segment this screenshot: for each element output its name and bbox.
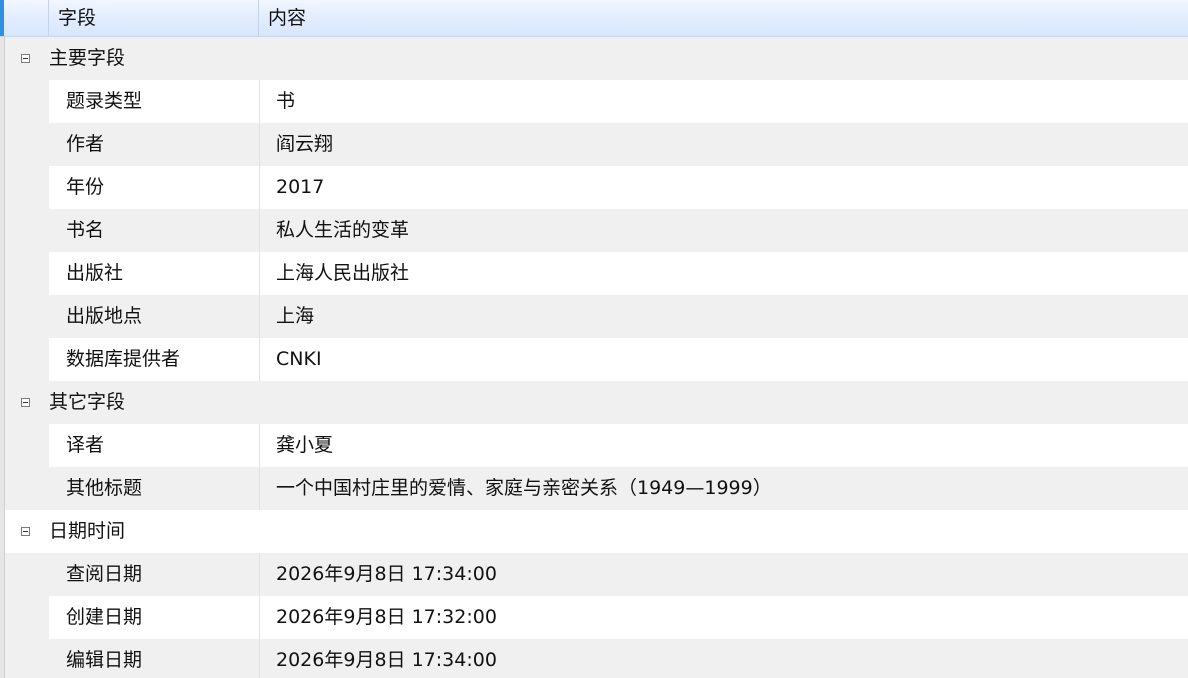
row-gutter <box>5 424 49 467</box>
field-value[interactable]: 2026年9月8日 17:34:00 <box>261 553 497 596</box>
field-value[interactable]: 龚小夏 <box>261 424 333 467</box>
field-value[interactable]: 一个中国村庄里的爱情、家庭与亲密关系（1949—1999） <box>261 467 772 510</box>
column-header-field[interactable]: 字段 <box>49 0 259 36</box>
field-value[interactable]: CNKI <box>261 338 322 381</box>
table-row[interactable]: 数据库提供者 CNKI <box>5 338 1188 381</box>
group-row-other-fields[interactable]: 其它字段 <box>5 381 1188 424</box>
field-name: 查阅日期 <box>49 553 260 596</box>
row-gutter <box>5 295 49 338</box>
grid-rows: 主要字段 题录类型 书 作者 阎云翔 年份 2017 书名 私人生活的变革 出版… <box>5 37 1188 678</box>
field-value[interactable]: 2017 <box>261 166 324 209</box>
field-name: 作者 <box>49 123 260 166</box>
row-gutter <box>5 166 49 209</box>
table-row[interactable]: 其他标题 一个中国村庄里的爱情、家庭与亲密关系（1949—1999） <box>5 467 1188 510</box>
field-value[interactable]: 阎云翔 <box>261 123 333 166</box>
table-row[interactable]: 出版地点 上海 <box>5 295 1188 338</box>
table-row[interactable]: 年份 2017 <box>5 166 1188 209</box>
field-name: 年份 <box>49 166 260 209</box>
table-row[interactable]: 作者 阎云翔 <box>5 123 1188 166</box>
field-value[interactable]: 2026年9月8日 17:34:00 <box>261 639 497 678</box>
column-header-content[interactable]: 内容 <box>259 0 1188 36</box>
field-value[interactable]: 书 <box>261 80 295 123</box>
table-row[interactable]: 查阅日期 2026年9月8日 17:34:00 <box>5 553 1188 596</box>
table-row[interactable]: 译者 龚小夏 <box>5 424 1188 467</box>
field-name: 出版地点 <box>49 295 260 338</box>
header-gutter-cell <box>5 0 49 36</box>
field-name: 数据库提供者 <box>49 338 260 381</box>
row-gutter <box>5 467 49 510</box>
grid-header: 字段 内容 <box>0 0 1188 37</box>
property-grid: 字段 内容 主要字段 题录类型 书 作者 阎云翔 年份 2017 书名 私人生活… <box>0 0 1188 678</box>
group-title: 主要字段 <box>49 47 126 69</box>
field-name: 创建日期 <box>49 596 260 639</box>
table-row[interactable]: 题录类型 书 <box>5 80 1188 123</box>
field-name: 题录类型 <box>49 80 260 123</box>
row-gutter <box>5 639 49 678</box>
field-name: 出版社 <box>49 252 260 295</box>
field-name: 译者 <box>49 424 260 467</box>
row-gutter <box>5 338 49 381</box>
row-gutter <box>5 553 49 596</box>
group-title: 其它字段 <box>49 391 126 413</box>
row-gutter <box>5 252 49 295</box>
field-value[interactable]: 上海 <box>261 295 314 338</box>
table-row[interactable]: 创建日期 2026年9月8日 17:32:00 <box>5 596 1188 639</box>
collapse-icon[interactable] <box>21 527 30 536</box>
table-row[interactable]: 编辑日期 2026年9月8日 17:34:00 <box>5 639 1188 678</box>
table-row[interactable]: 书名 私人生活的变革 <box>5 209 1188 252</box>
row-gutter <box>5 596 49 639</box>
group-title: 日期时间 <box>49 520 126 542</box>
row-gutter <box>5 123 49 166</box>
field-value[interactable]: 私人生活的变革 <box>261 209 409 252</box>
collapse-icon[interactable] <box>21 54 30 63</box>
group-row-datetime[interactable]: 日期时间 <box>5 510 1188 553</box>
header-corner <box>0 0 4 36</box>
collapse-icon[interactable] <box>21 398 30 407</box>
field-name: 书名 <box>49 209 260 252</box>
row-gutter <box>5 209 49 252</box>
field-value[interactable]: 上海人民出版社 <box>261 252 409 295</box>
field-value[interactable]: 2026年9月8日 17:32:00 <box>261 596 497 639</box>
group-row-main-fields[interactable]: 主要字段 <box>5 37 1188 80</box>
field-name: 编辑日期 <box>49 639 260 678</box>
table-row[interactable]: 出版社 上海人民出版社 <box>5 252 1188 295</box>
row-gutter <box>5 80 49 123</box>
field-name: 其他标题 <box>49 467 260 510</box>
